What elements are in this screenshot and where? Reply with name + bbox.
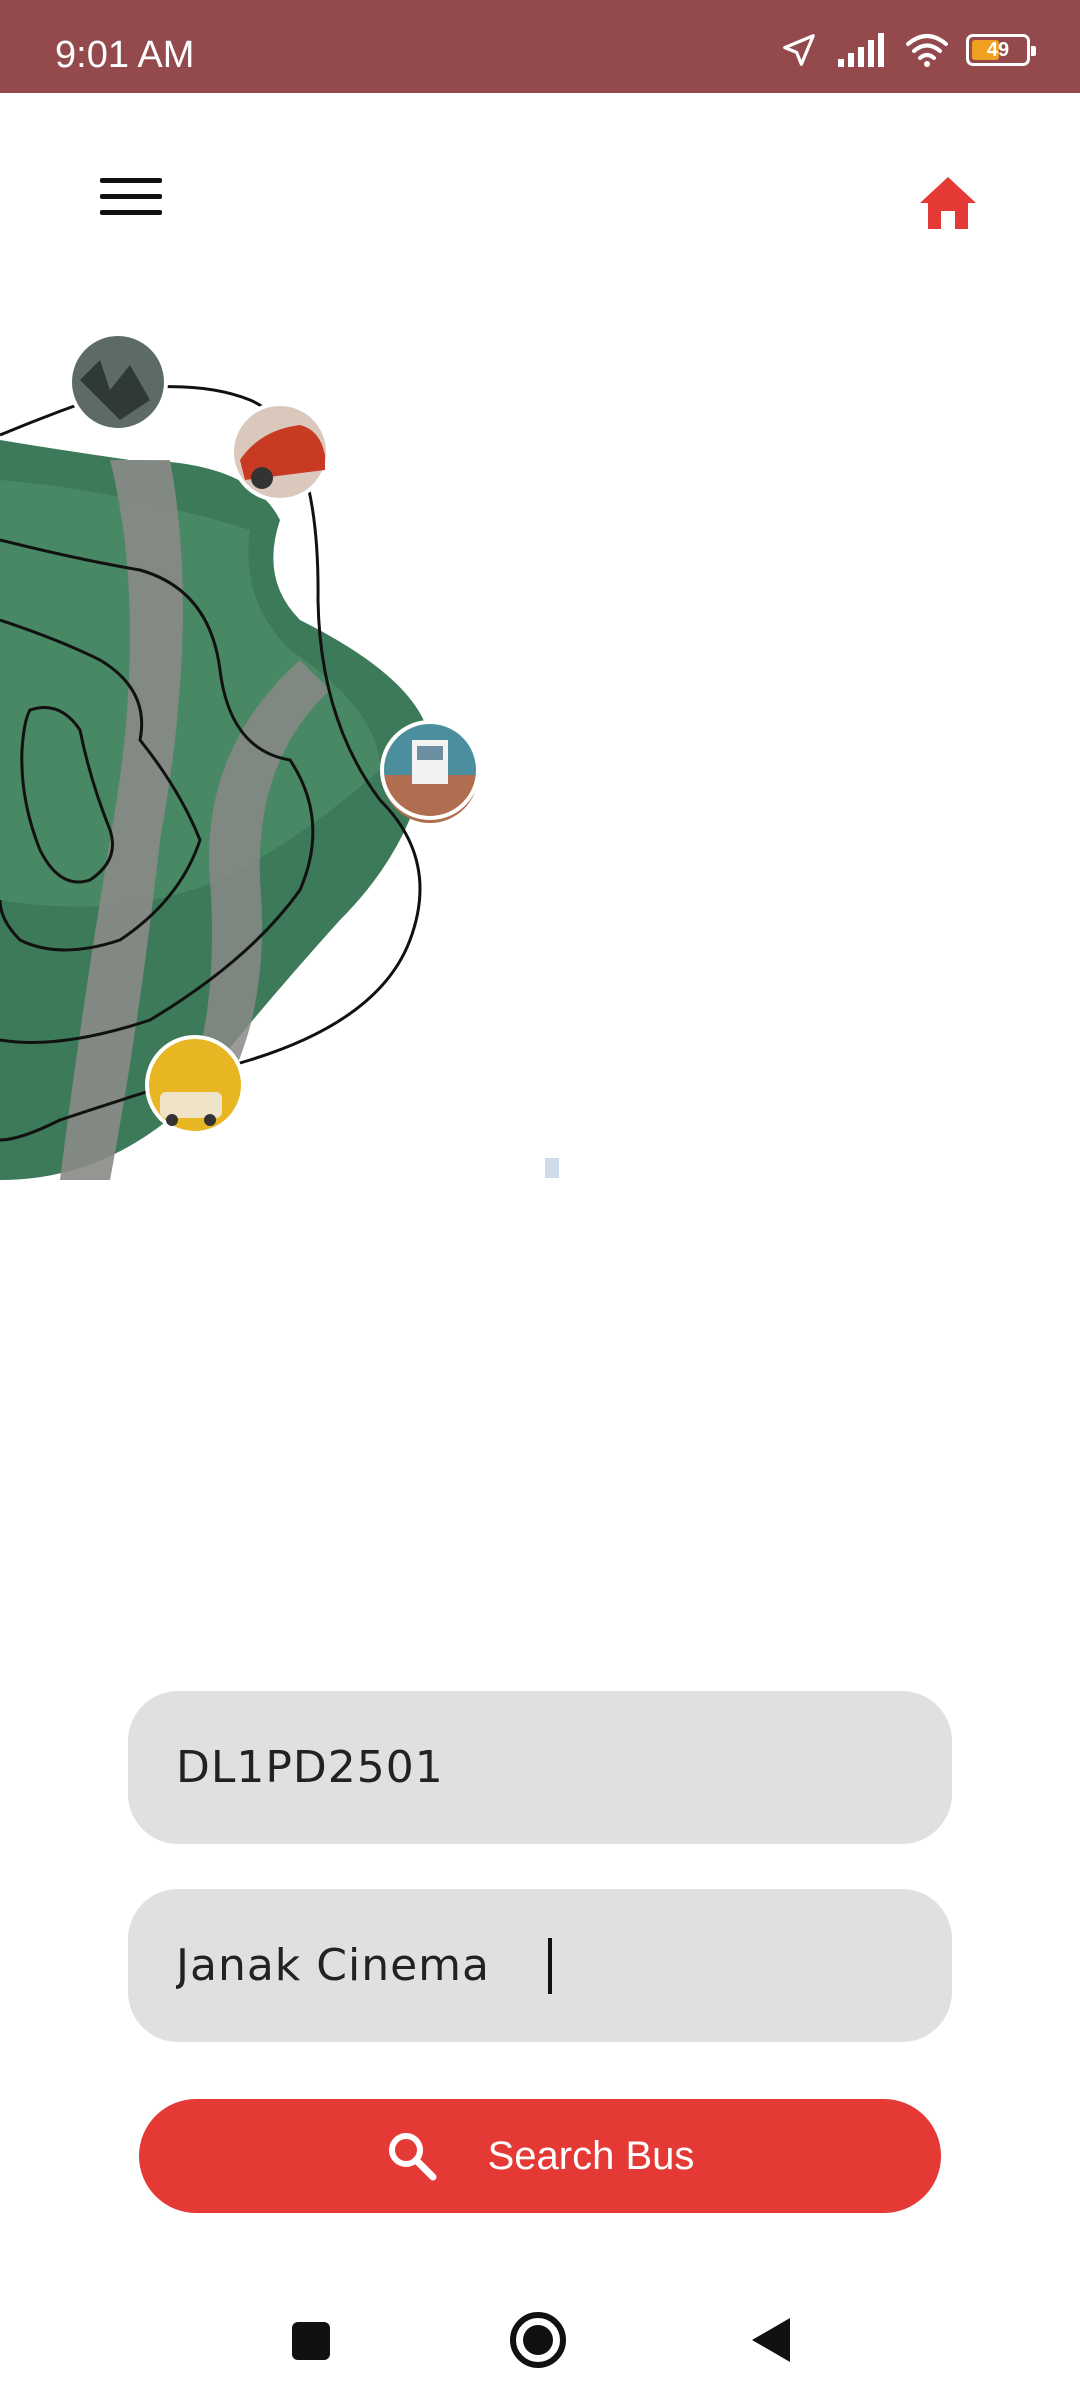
vehicle-number-input[interactable] (174, 1741, 906, 1794)
menu-line (100, 210, 162, 215)
stop-name-field[interactable] (128, 1889, 952, 2042)
status-icons: 49 (780, 30, 1036, 70)
battery-tip (1031, 46, 1036, 56)
text-cursor (548, 1937, 552, 1994)
battery-icon: 49 (966, 34, 1036, 66)
hero-illustration (0, 332, 559, 1180)
search-bus-label: Search Bus (487, 2133, 695, 2178)
search-icon (388, 2133, 437, 2181)
image-artifact (545, 1158, 559, 1178)
recents-square-icon[interactable] (280, 2310, 340, 2370)
thumbnail-truck (380, 720, 480, 823)
hamburger-menu-icon[interactable] (100, 178, 162, 224)
status-bar: 9:01 AM 49 (0, 0, 1080, 93)
system-nav-bar (0, 2280, 1080, 2400)
status-time: 9:01 AM (55, 34, 195, 76)
location-arrow-icon (783, 34, 815, 66)
thumbnail-yellow-van (145, 1035, 245, 1135)
home-circle-icon[interactable] (508, 2310, 568, 2370)
thumbnail-people (68, 332, 168, 432)
menu-line (100, 194, 162, 199)
stop-name-input[interactable] (174, 1939, 548, 1992)
back-triangle-icon[interactable] (742, 2310, 802, 2370)
menu-line (100, 178, 162, 183)
search-bus-button[interactable]: Search Bus (139, 2099, 941, 2213)
wifi-icon (906, 34, 948, 67)
home-icon (920, 177, 976, 229)
home-button[interactable] (918, 175, 978, 231)
thumbnail-red-car (230, 402, 330, 502)
vehicle-number-field[interactable] (128, 1691, 952, 1844)
battery-level: 49 (986, 39, 1010, 61)
signal-icon (838, 33, 884, 67)
